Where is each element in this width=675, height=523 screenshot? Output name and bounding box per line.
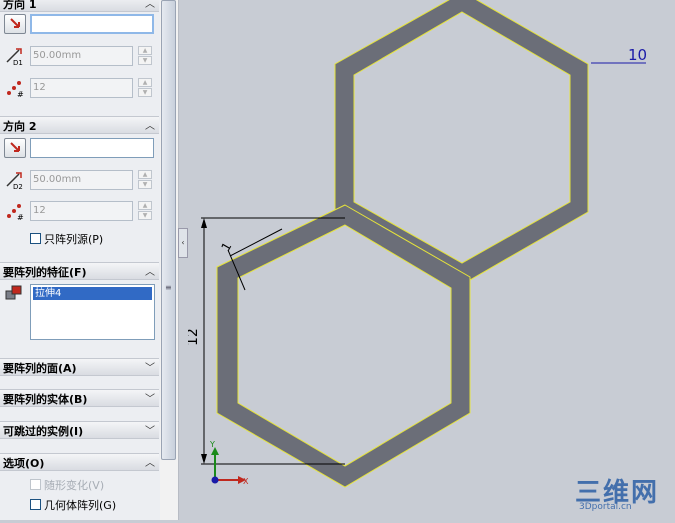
reverse-direction-icon bbox=[10, 18, 20, 28]
chevron-up-icon[interactable]: ︿ bbox=[145, 263, 155, 278]
graphics-area[interactable]: 10 12 1 Y X bbox=[185, 0, 675, 520]
vary-sketch-label: 随形变化(V) bbox=[44, 479, 105, 492]
triad-y-label: Y bbox=[209, 440, 215, 449]
direction2-count-spinner[interactable]: ▲ ▼ bbox=[138, 201, 152, 221]
pattern-seed-only-label: 只阵列源(P) bbox=[44, 233, 104, 246]
direction2-spacing-spinner[interactable]: ▲ ▼ bbox=[138, 170, 152, 190]
geometry-pattern-checkbox[interactable] bbox=[30, 499, 41, 510]
chevron-up-icon[interactable]: ︿ bbox=[145, 454, 155, 469]
dim-offset-label: 10 bbox=[628, 46, 647, 64]
collapse-panel-button[interactable]: ‹ bbox=[178, 228, 188, 258]
triad-x-label: X bbox=[243, 477, 249, 486]
features-list[interactable]: 拉伸4 bbox=[30, 284, 155, 340]
svg-text:#: # bbox=[17, 90, 24, 98]
bodies-title: 要阵列的实体(B) bbox=[3, 393, 88, 406]
skip-instances-title: 可跳过的实例(I) bbox=[3, 425, 84, 438]
skip-instances-header[interactable]: 可跳过的实例(I) ﹀ bbox=[0, 421, 159, 439]
chevron-down-icon[interactable]: ﹀ bbox=[145, 359, 155, 374]
direction2-title: 方向 2 bbox=[3, 120, 37, 133]
features-icon bbox=[4, 283, 26, 303]
direction2-edge-field[interactable] bbox=[30, 138, 154, 158]
watermark-logo: 三维网 3Dportal.cn bbox=[575, 472, 670, 517]
reverse-direction1-button[interactable] bbox=[4, 14, 26, 34]
geometry-pattern-label: 几何体阵列(G) bbox=[44, 499, 117, 512]
direction2-spacing-input[interactable]: 50.00mm bbox=[30, 170, 133, 190]
svg-text:D1: D1 bbox=[13, 59, 23, 66]
faces-title: 要阵列的面(A) bbox=[3, 362, 77, 375]
direction1-count-spinner[interactable]: ▲ ▼ bbox=[138, 78, 152, 98]
spacing-d1-icon: D1 bbox=[4, 46, 26, 67]
list-item[interactable]: 拉伸4 bbox=[33, 287, 152, 300]
chevron-up-icon[interactable]: ︿ bbox=[145, 0, 155, 10]
options-title: 选项(O) bbox=[3, 457, 45, 470]
pattern-seed-only-checkbox[interactable] bbox=[30, 233, 41, 244]
reverse-direction-icon bbox=[10, 142, 20, 152]
chevron-down-icon[interactable]: ﹀ bbox=[145, 390, 155, 405]
scrollbar-thumb[interactable]: ≡ bbox=[161, 0, 176, 460]
direction1-spacing-input[interactable]: 50.00mm bbox=[30, 46, 133, 66]
faces-header[interactable]: 要阵列的面(A) ﹀ bbox=[0, 358, 159, 376]
panel-scrollbar[interactable]: ≡ bbox=[160, 0, 179, 520]
options-header[interactable]: 选项(O) ︿ bbox=[0, 453, 159, 471]
dim-height-label: 12 bbox=[188, 328, 201, 346]
direction1-header[interactable]: 方向 1 ︿ bbox=[0, 0, 159, 12]
direction1-spacing-spinner[interactable]: ▲ ▼ bbox=[138, 46, 152, 66]
direction1-count-input[interactable]: 12 bbox=[30, 78, 133, 98]
dim-thickness-label: 1 bbox=[218, 240, 234, 254]
direction1-edge-field[interactable] bbox=[30, 14, 154, 34]
property-manager: 方向 1 ︿ D1 50.00mm ▲ ▼ # 12 ▲ ▼ 方向 2 ︿ D2 5… bbox=[0, 0, 161, 520]
sketch-canvas: 10 12 1 Y X bbox=[185, 0, 647, 488]
instances-icon: # bbox=[4, 78, 26, 99]
watermark-subtitle: 3Dportal.cn bbox=[579, 502, 632, 512]
svg-text:D2: D2 bbox=[13, 183, 23, 190]
reverse-direction2-button[interactable] bbox=[4, 138, 26, 158]
bodies-header[interactable]: 要阵列的实体(B) ﹀ bbox=[0, 389, 159, 407]
chevron-down-icon[interactable]: ﹀ bbox=[145, 422, 155, 437]
features-title: 要阵列的特征(F) bbox=[3, 266, 87, 279]
direction2-count-input[interactable]: 12 bbox=[30, 201, 133, 221]
triad-origin bbox=[211, 476, 219, 484]
direction2-header[interactable]: 方向 2 ︿ bbox=[0, 116, 159, 134]
features-header[interactable]: 要阵列的特征(F) ︿ bbox=[0, 262, 159, 280]
instances-icon: # bbox=[4, 201, 26, 222]
svg-text:#: # bbox=[17, 213, 24, 221]
direction1-title: 方向 1 bbox=[3, 0, 37, 11]
chevron-up-icon[interactable]: ︿ bbox=[145, 117, 155, 132]
vary-sketch-checkbox[interactable] bbox=[30, 479, 41, 490]
grip-icon: ≡ bbox=[165, 283, 172, 292]
spacing-d2-icon: D2 bbox=[4, 170, 26, 191]
